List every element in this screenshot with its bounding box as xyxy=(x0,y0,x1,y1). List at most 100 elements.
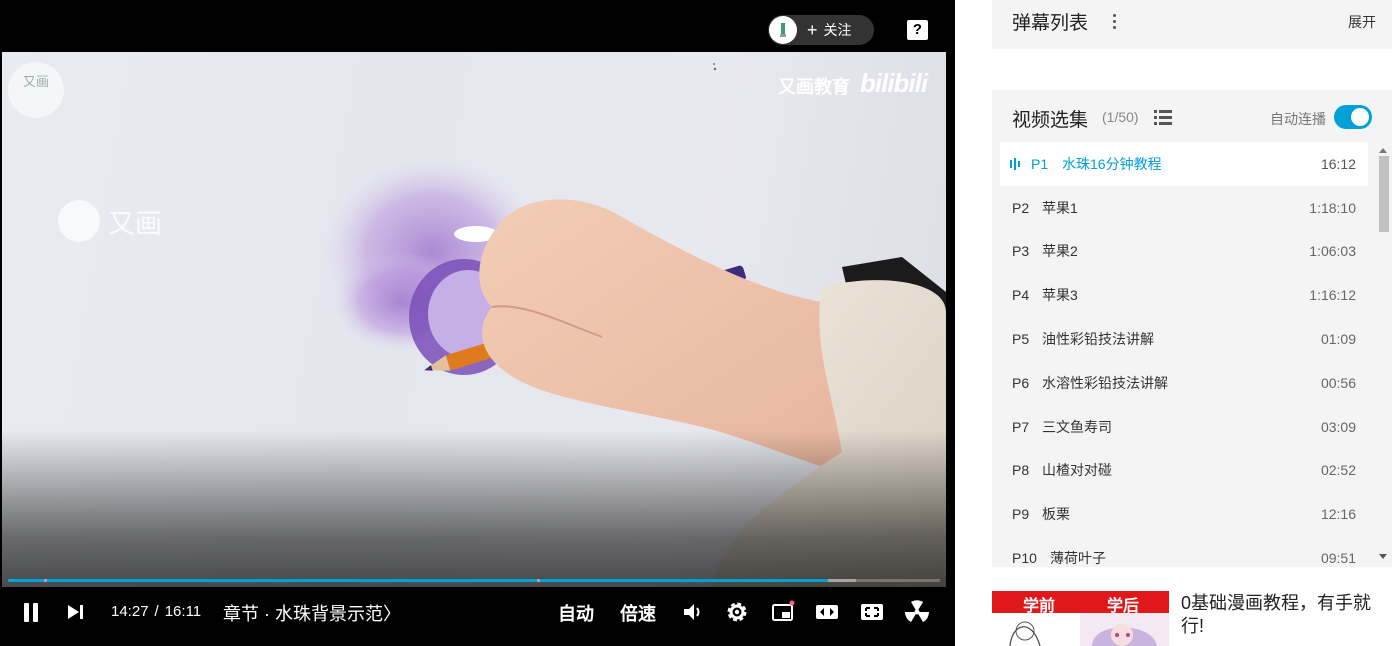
episode-name: 薄荷叶子 xyxy=(1050,550,1106,567)
scroll-up-arrow[interactable] xyxy=(1379,148,1387,153)
episode-number: P5 xyxy=(1012,331,1030,348)
episode-item-active[interactable]: P1 水珠16分钟教程 16:12 xyxy=(1000,142,1368,186)
episode-item[interactable]: P2 苹果1 1:18:10 xyxy=(1000,186,1368,230)
episode-duration: 1:06:03 xyxy=(1309,243,1356,260)
list-view-icon[interactable] xyxy=(1154,110,1172,125)
watermark-center: 又画 xyxy=(58,200,162,242)
time-display: 14:27 / 16:11 xyxy=(111,603,201,620)
progress-bar[interactable] xyxy=(8,579,940,582)
recommended-video-title[interactable]: 0基础漫画教程，有手就行! xyxy=(1181,592,1386,638)
follow-button[interactable]: + 关注 xyxy=(768,15,874,45)
episode-item[interactable]: P6 水溶性彩铅技法讲解 00:56 xyxy=(1000,361,1368,405)
time-separator: / xyxy=(154,603,159,620)
progress-played xyxy=(8,579,44,582)
episode-name: 苹果3 xyxy=(1042,287,1078,304)
episode-duration: 01:09 xyxy=(1320,331,1356,348)
watermark-brand: 又画教育 xyxy=(778,77,850,97)
episode-duration: 02:52 xyxy=(1320,462,1356,479)
video-player[interactable]: 又画 又画 又画教育 bilibili + 关注 ? 14:27 / 16:11… xyxy=(0,0,955,646)
thumbnail-illustration xyxy=(1009,613,1169,646)
pip-icon[interactable] xyxy=(771,600,795,624)
episode-panel-header: 视频选集 (1/50) 自动连播 xyxy=(992,90,1392,144)
scroll-thumb[interactable] xyxy=(1379,156,1389,232)
plus-icon: + xyxy=(807,20,818,40)
channel-watermark-logo: 又画 xyxy=(8,62,64,118)
pause-icon xyxy=(24,602,29,622)
episode-number: P6 xyxy=(1012,374,1030,391)
uploader-avatar xyxy=(769,16,797,44)
episode-name: 苹果2 xyxy=(1042,243,1078,260)
danmaku-expand-button[interactable]: 展开 xyxy=(1348,12,1376,32)
fullscreen-icon[interactable] xyxy=(860,600,884,624)
episode-name: 油性彩铅技法讲解 xyxy=(1042,331,1154,348)
wide-mode-icon[interactable] xyxy=(815,600,839,624)
speed-button[interactable]: 倍速 xyxy=(620,600,656,626)
episode-item[interactable]: P8 山楂对对碰 02:52 xyxy=(1000,449,1368,493)
episode-number: P3 xyxy=(1012,243,1030,260)
episode-duration: 16:12 xyxy=(1320,155,1356,172)
episode-duration: 12:16 xyxy=(1320,506,1356,523)
episode-name: 水珠16分钟教程 xyxy=(1062,155,1162,172)
thumbnail-banner: 学前 学后 xyxy=(992,591,1169,615)
episode-duration: 03:09 xyxy=(1320,418,1356,435)
chapter-button[interactable]: 章节 · 水珠背景示范〉 xyxy=(223,600,401,626)
episode-panel: 视频选集 (1/50) 自动连播 P1 水珠16分钟教程 16:12 P2 苹果1 1:1… xyxy=(992,90,1392,567)
episode-item[interactable]: P4 苹果3 1:16:12 xyxy=(1000,273,1368,317)
next-button[interactable] xyxy=(64,590,88,634)
episode-duration: 1:16:12 xyxy=(1309,287,1356,304)
episode-item[interactable]: P10 薄荷叶子 09:51 xyxy=(1000,536,1368,567)
total-time: 16:11 xyxy=(164,603,202,620)
follow-label: 关注 xyxy=(823,22,852,38)
episode-list: P1 水珠16分钟教程 16:12 P2 苹果1 1:18:10 P3 苹果2 1:06:03 P… xyxy=(1000,142,1368,567)
episode-item[interactable]: P3 苹果2 1:06:03 xyxy=(1000,230,1368,274)
help-icon[interactable]: ? xyxy=(907,20,928,40)
recommended-video-thumbnail[interactable]: 学前 学后 xyxy=(992,591,1169,646)
episode-number: P2 xyxy=(1012,199,1030,216)
episode-number: P1 xyxy=(1031,155,1049,172)
episode-name: 苹果1 xyxy=(1042,199,1078,216)
episode-number: P9 xyxy=(1012,506,1030,523)
chapter-label: 章节 · 水珠背景示范 xyxy=(223,604,383,624)
episode-count: (1/50) xyxy=(1102,109,1139,125)
episode-list-scrollbar[interactable] xyxy=(1376,142,1390,567)
current-time: 14:27 xyxy=(111,603,149,620)
episode-number: P8 xyxy=(1012,462,1030,479)
episode-panel-title: 视频选集 xyxy=(1012,110,1089,131)
quality-auto-button[interactable]: 自动 xyxy=(558,600,594,626)
pause-button[interactable] xyxy=(18,590,44,634)
episode-duration: 09:51 xyxy=(1320,550,1356,567)
episode-number: P7 xyxy=(1012,418,1030,435)
episode-duration: 1:18:10 xyxy=(1309,199,1356,216)
autoplay-label: 自动连播 xyxy=(1270,111,1326,127)
progress-played xyxy=(47,579,537,582)
settings-icon[interactable] xyxy=(725,600,749,624)
recommended-video-card[interactable]: 学前 学后 0基础漫画教程，有手就行! xyxy=(992,591,1392,646)
episode-duration: 00:56 xyxy=(1320,374,1356,391)
page: 又画 又画 又画教育 bilibili + 关注 ? 14:27 / 16:11… xyxy=(0,0,1400,646)
episode-name: 水溶性彩铅技法讲解 xyxy=(1042,374,1168,391)
bilibili-logo: bilibili xyxy=(860,68,928,98)
episode-item[interactable]: P5 油性彩铅技法讲解 01:09 xyxy=(1000,317,1368,361)
episode-item[interactable]: P7 三文鱼寿司 03:09 xyxy=(1000,405,1368,449)
autoplay-toggle[interactable] xyxy=(1334,105,1372,129)
episode-item[interactable]: P9 板栗 12:16 xyxy=(1000,492,1368,536)
danmaku-list-header[interactable]: 弹幕列表 展开 xyxy=(992,0,1392,49)
radiation-icon[interactable] xyxy=(905,600,929,624)
more-options-icon[interactable] xyxy=(1109,10,1119,32)
episode-name: 板栗 xyxy=(1042,506,1070,523)
next-icon xyxy=(68,605,83,619)
scroll-down-arrow[interactable] xyxy=(1379,554,1387,559)
now-playing-icon xyxy=(1010,158,1024,170)
chevron-right-icon: 〉 xyxy=(383,604,401,624)
danmaku-list-title: 弹幕列表 xyxy=(1012,13,1089,34)
episode-number: P10 xyxy=(1012,550,1037,567)
episode-name: 三文鱼寿司 xyxy=(1042,418,1112,435)
episode-number: P4 xyxy=(1012,287,1030,304)
control-bar: 14:27 / 16:11 章节 · 水珠背景示范〉 自动 倍速 xyxy=(0,590,955,634)
episode-name: 山楂对对碰 xyxy=(1042,462,1112,479)
pause-icon xyxy=(33,602,38,622)
progress-played xyxy=(540,579,828,582)
watermark-center-logo xyxy=(58,200,100,242)
watermark-logo-text: 又画 xyxy=(22,74,49,89)
volume-icon[interactable] xyxy=(681,600,705,624)
